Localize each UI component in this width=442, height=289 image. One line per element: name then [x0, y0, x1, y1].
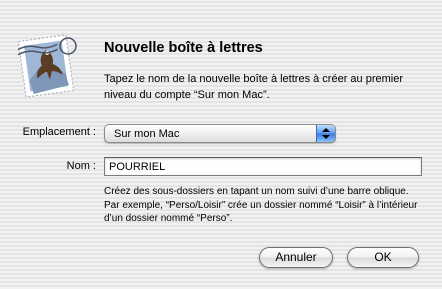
popup-arrows-icon [316, 125, 335, 142]
new-mailbox-dialog: Nouvelle boîte à lettres Tapez le nom de… [0, 0, 442, 289]
dialog-message: Tapez le nom de la nouvelle boîte à lett… [104, 73, 403, 101]
subfolder-hint: Créez des sous-dossiers en tapant un nom… [104, 186, 418, 224]
mailbox-name-value: POURRIEL [109, 161, 166, 173]
mailbox-name-field[interactable]: POURRIEL [104, 157, 422, 176]
dialog-title: Nouvelle boîte à lettres [104, 40, 263, 56]
location-popup-value: Sur mon Mac [114, 128, 180, 140]
location-popup[interactable]: Sur mon Mac [104, 124, 336, 143]
location-label: Emplacement : [22, 126, 96, 138]
name-label: Nom : [66, 160, 96, 172]
ok-button[interactable]: OK [347, 247, 419, 268]
cancel-button[interactable]: Annuler [259, 247, 333, 268]
mail-stamp-eagle-icon [17, 32, 80, 98]
